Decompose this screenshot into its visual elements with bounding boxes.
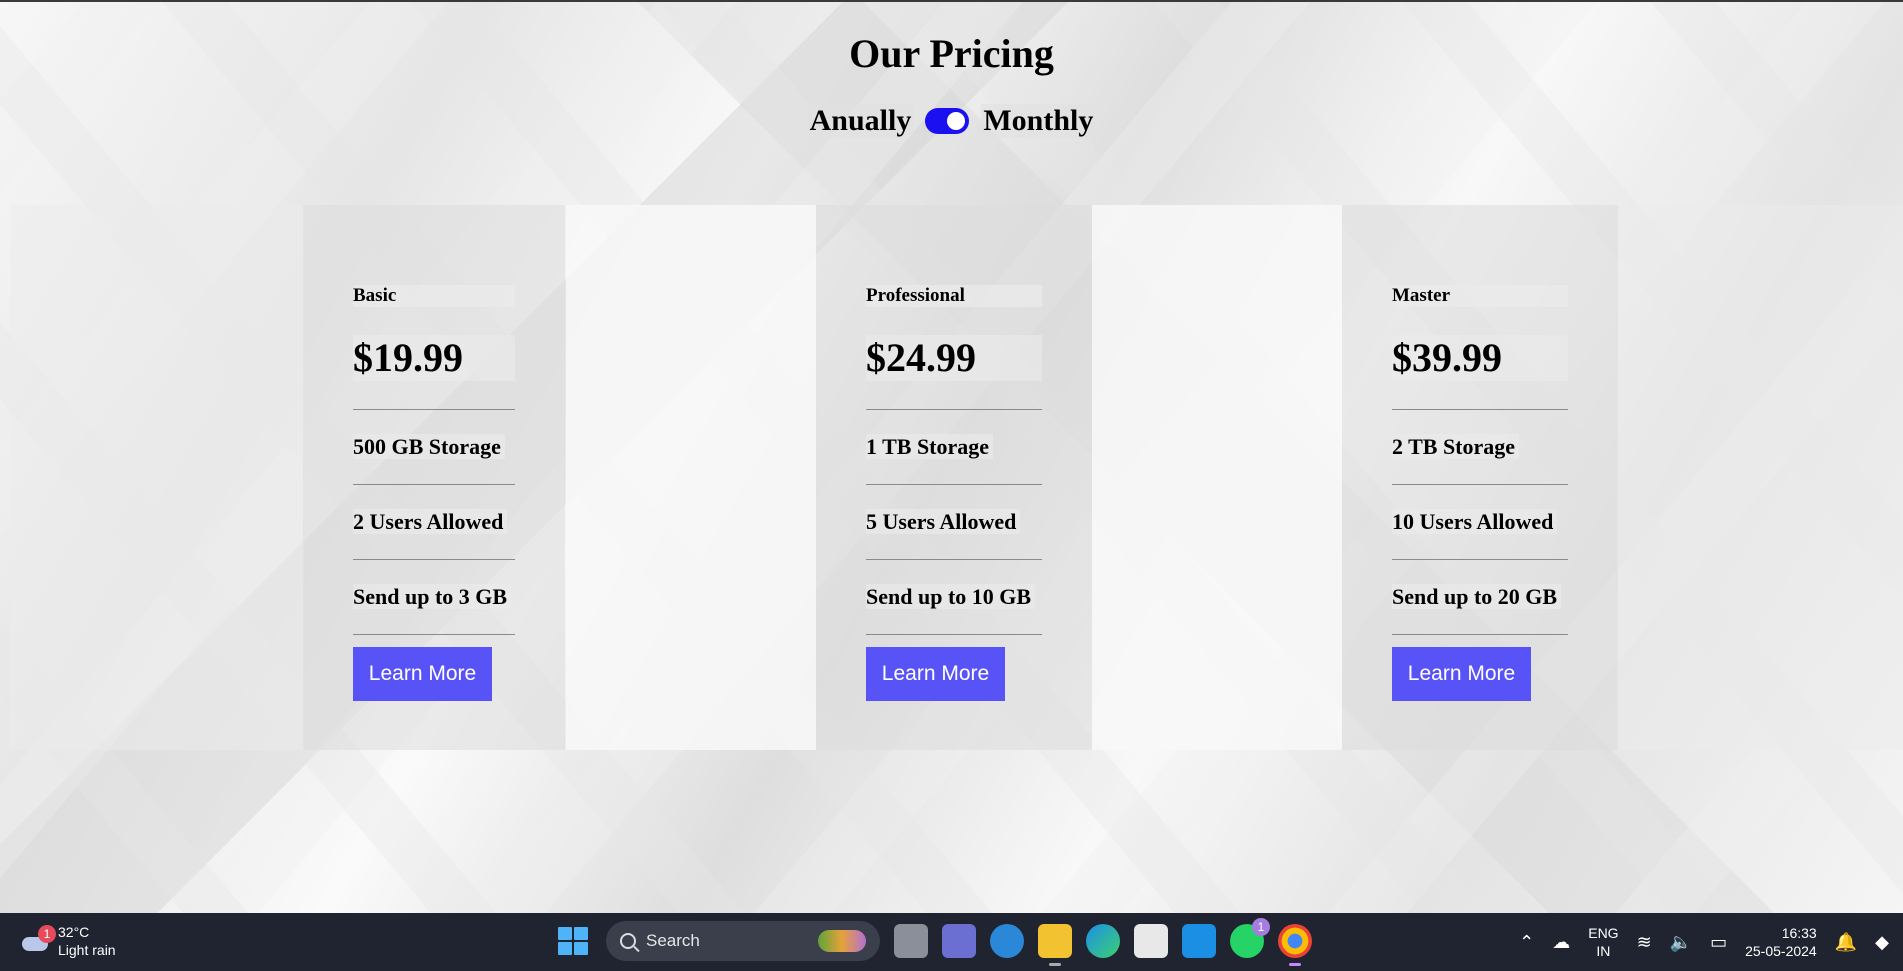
- divider: [1392, 634, 1568, 635]
- switch-knob: [947, 112, 966, 130]
- weather-cloud-icon: 1: [20, 925, 56, 953]
- page-title: Our Pricing: [849, 31, 1054, 76]
- help-icon[interactable]: [990, 924, 1024, 958]
- learn-more-button[interactable]: Learn More: [353, 647, 492, 701]
- windows-start-icon[interactable]: [552, 921, 592, 961]
- plan-name: Professional: [866, 285, 1042, 307]
- language-indicator[interactable]: ENG IN: [1588, 924, 1618, 960]
- taskbar: 1 32°C Light rain Search 1 ⌃ ☁ ENG IN ≋ …: [0, 913, 1903, 971]
- volume-icon[interactable]: 🔈: [1670, 932, 1692, 953]
- billing-toggle-row: Anually Monthly: [0, 104, 1903, 138]
- plan-name: Basic: [353, 285, 515, 307]
- taskbar-apps: Search 1: [552, 918, 1312, 966]
- search-icon: [620, 933, 636, 949]
- chevron-up-icon[interactable]: ⌃: [1519, 932, 1534, 953]
- onedrive-icon[interactable]: ☁: [1552, 932, 1570, 953]
- battery-icon[interactable]: ▭: [1710, 932, 1727, 953]
- background-band: [10, 205, 304, 750]
- background-band: [1092, 205, 1342, 750]
- feature-users: 5 Users Allowed: [866, 485, 1042, 559]
- wifi-icon[interactable]: ≋: [1637, 932, 1652, 953]
- clock[interactable]: 16:33 25-05-2024: [1745, 924, 1817, 960]
- file-explorer-icon[interactable]: [1038, 924, 1072, 966]
- background-band: [1616, 205, 1903, 750]
- monthly-label: Monthly: [981, 104, 1096, 138]
- background-band: [566, 205, 816, 750]
- pricing-card-professional: Professional $24.99 1 TB Storage 5 Users…: [816, 205, 1092, 750]
- learn-more-button[interactable]: Learn More: [1392, 647, 1531, 701]
- whatsapp-icon[interactable]: 1: [1230, 918, 1270, 958]
- browser-edge-line: [0, 0, 1903, 2]
- weather-badge: 1: [38, 925, 56, 943]
- chrome-icon[interactable]: [1278, 924, 1312, 966]
- feature-transfer: Send up to 3 GB: [353, 560, 515, 634]
- plan-name: Master: [1392, 285, 1568, 307]
- plan-price: $19.99: [353, 335, 515, 381]
- plan-price: $24.99: [866, 335, 1042, 381]
- edge-browser-icon[interactable]: [1086, 924, 1120, 958]
- whatsapp-badge: 1: [1252, 918, 1270, 936]
- pricing-card-basic: Basic $19.99 500 GB Storage 2 Users Allo…: [303, 205, 565, 750]
- microsoft-store-icon[interactable]: [1134, 924, 1168, 958]
- divider: [353, 634, 515, 635]
- teams-icon[interactable]: [942, 924, 976, 958]
- task-view-icon[interactable]: [894, 924, 928, 958]
- copilot-icon[interactable]: ◆: [1875, 932, 1889, 953]
- feature-users: 2 Users Allowed: [353, 485, 515, 559]
- feature-storage: 500 GB Storage: [353, 410, 515, 484]
- taskbar-search[interactable]: Search: [606, 921, 880, 961]
- learn-more-button[interactable]: Learn More: [866, 647, 1005, 701]
- weather-temp: 32°C: [58, 924, 90, 940]
- feature-storage: 1 TB Storage: [866, 410, 1042, 484]
- pricing-card-master: Master $39.99 2 TB Storage 10 Users Allo…: [1342, 205, 1618, 750]
- plan-price: $39.99: [1392, 335, 1568, 381]
- billing-period-switch[interactable]: [925, 108, 970, 134]
- divider: [866, 634, 1042, 635]
- myhp-icon[interactable]: [1182, 924, 1216, 958]
- weather-condition: Light rain: [58, 942, 116, 958]
- search-highlight-icon: [818, 930, 866, 952]
- feature-transfer: Send up to 20 GB: [1392, 560, 1568, 634]
- search-placeholder: Search: [646, 931, 700, 950]
- feature-storage: 2 TB Storage: [1392, 410, 1568, 484]
- notification-bell-icon[interactable]: 🔔: [1835, 932, 1857, 953]
- system-tray: ⌃ ☁ ENG IN ≋ 🔈 ▭ 16:33 25-05-2024 🔔 ◆: [1519, 913, 1903, 971]
- feature-transfer: Send up to 10 GB: [866, 560, 1042, 634]
- feature-users: 10 Users Allowed: [1392, 485, 1568, 559]
- annual-label: Anually: [807, 104, 914, 138]
- weather-widget[interactable]: 1 32°C Light rain: [20, 923, 116, 959]
